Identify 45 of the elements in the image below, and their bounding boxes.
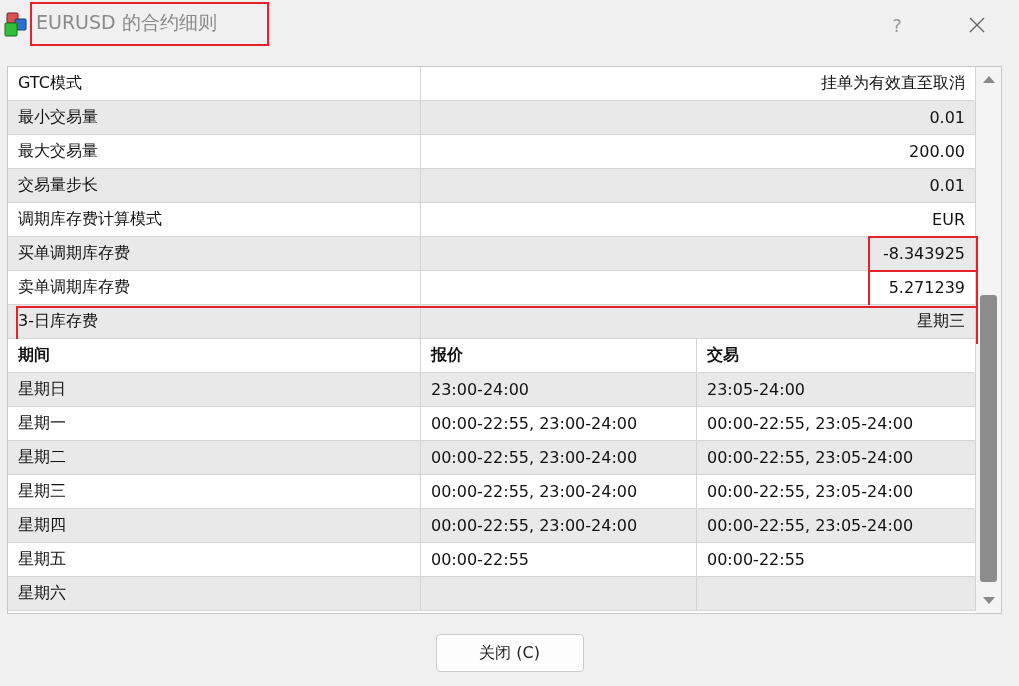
close-button[interactable]: 关闭 (C) <box>435 634 584 672</box>
table-cell: 调期库存费计算模式 <box>8 203 421 237</box>
table-cell: 0.01 <box>421 169 976 203</box>
column-header: 交易 <box>697 339 976 373</box>
table-cell: 00:00-22:55, 23:05-24:00 <box>697 441 976 475</box>
table-cell: 最小交易量 <box>8 101 421 135</box>
table-cell: 5.271239 <box>421 271 976 305</box>
scroll-thumb[interactable] <box>980 295 997 582</box>
table-cell: 最大交易量 <box>8 135 421 169</box>
table-cell: 00:00-22:55, 23:00-24:00 <box>421 407 697 441</box>
table-cell: 23:05-24:00 <box>697 373 976 407</box>
app-icon <box>4 12 28 38</box>
table-cell: 3-日库存费 <box>8 305 421 339</box>
table-cell: 00:00-22:55, 23:05-24:00 <box>697 475 976 509</box>
table-cell: 挂单为有效直至取消 <box>421 67 976 101</box>
table-cell: 买单调期库存费 <box>8 237 421 271</box>
scrollbar[interactable] <box>976 67 1001 613</box>
table-cell: -8.343925 <box>421 237 976 271</box>
table-cell: 星期五 <box>8 543 421 577</box>
table-cell: 星期六 <box>8 577 421 611</box>
table-cell: 星期二 <box>8 441 421 475</box>
table-cell: 星期三 <box>8 475 421 509</box>
table-cell: GTC模式 <box>8 67 421 101</box>
column-header: 期间 <box>8 339 421 373</box>
table-cell: 00:00-22:55, 23:00-24:00 <box>421 475 697 509</box>
table-cell: 星期三 <box>421 305 976 339</box>
table-cell: 00:00-22:55 <box>697 543 976 577</box>
table-cell: EUR <box>421 203 976 237</box>
table-cell: 星期四 <box>8 509 421 543</box>
table-cell: 23:00-24:00 <box>421 373 697 407</box>
table-cell: 00:00-22:55, 23:05-24:00 <box>697 509 976 543</box>
table-cell: 交易量步长 <box>8 169 421 203</box>
scroll-up-icon[interactable] <box>982 75 995 83</box>
table-cell: 00:00-22:55 <box>421 543 697 577</box>
table-cell: 星期日 <box>8 373 421 407</box>
table-cell: 200.00 <box>421 135 976 169</box>
table-cell: 卖单调期库存费 <box>8 271 421 305</box>
column-header: 报价 <box>421 339 697 373</box>
table-cell: 00:00-22:55, 23:05-24:00 <box>697 407 976 441</box>
scroll-down-icon[interactable] <box>982 597 995 605</box>
table-cell: 00:00-22:55, 23:00-24:00 <box>421 441 697 475</box>
table-cell: 0.01 <box>421 101 976 135</box>
table-cell: 星期一 <box>8 407 421 441</box>
window-title: EURUSD 的合约细则 <box>30 2 269 46</box>
table-cell: 00:00-22:55, 23:00-24:00 <box>421 509 697 543</box>
